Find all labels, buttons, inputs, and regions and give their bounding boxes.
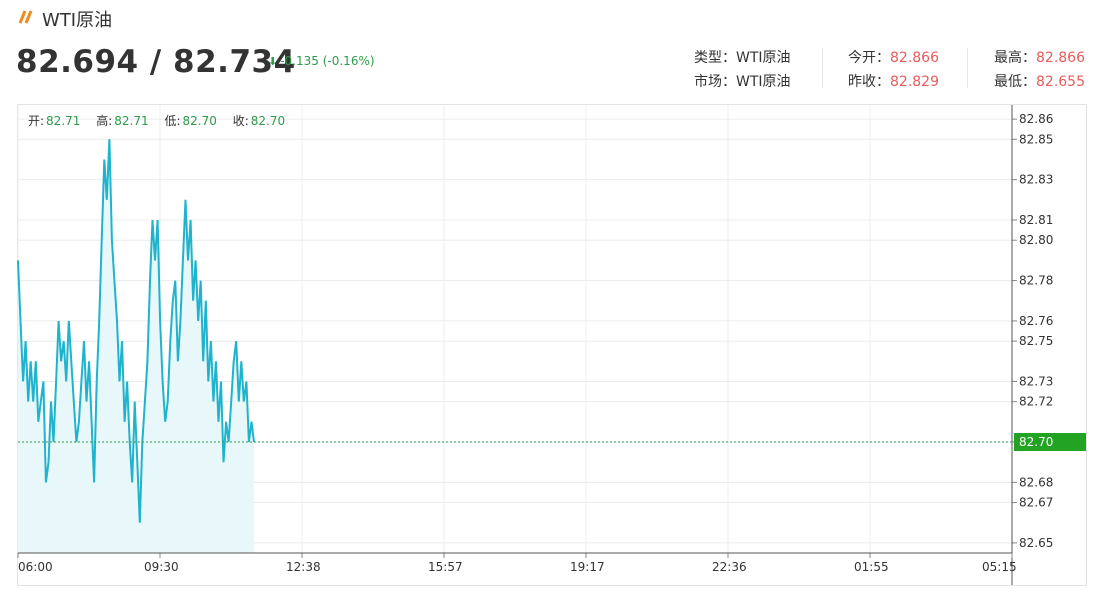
x-tick-label: 01:55	[854, 560, 889, 574]
y-tick-label: 82.68	[1019, 475, 1053, 489]
ohlc-low-value: 82.70	[182, 114, 217, 128]
y-tick-label: 82.78	[1019, 274, 1053, 288]
ohlc-close-value: 82.70	[250, 114, 286, 128]
ohlc-close-label: 收:	[232, 114, 249, 128]
y-tick-label: 82.67	[1019, 496, 1053, 510]
y-tick-label: 82.81	[1019, 213, 1053, 227]
ohlc-low-label: 低:	[164, 114, 181, 128]
current-price-label: 82.70	[1019, 435, 1053, 449]
x-tick-label: 19:17	[570, 560, 605, 574]
price-chart[interactable]: 82.86 82.85 82.83 82.81 82.80 82.78 82.76 82.75…	[0, 0, 1104, 595]
price-area	[18, 139, 254, 554]
x-tick-label: 05:15	[982, 560, 1017, 574]
x-tick-label: 15:57	[428, 560, 463, 574]
y-tick-label: 82.83	[1019, 173, 1053, 187]
x-tick-label: 12:38	[286, 560, 321, 574]
ohlc-readout: 开: 82.71 高: 82.71 低: 82.70 收: 82.70	[28, 112, 297, 129]
ohlc-high-value: 82.71	[114, 114, 149, 128]
y-tick-label: 82.75	[1019, 334, 1053, 348]
y-tick-label: 82.72	[1019, 395, 1053, 409]
x-tick-label: 22:36	[712, 560, 747, 574]
y-tick-label: 82.65	[1019, 536, 1053, 550]
y-tick-label: 82.80	[1019, 233, 1053, 247]
y-tick-label: 82.86	[1019, 112, 1053, 126]
x-axis: 06:00 09:30 12:38 15:57 19:17 22:36 01:55 05:15	[17, 552, 1017, 574]
ohlc-high-label: 高:	[96, 114, 113, 128]
ohlc-open-label: 开:	[28, 114, 45, 128]
y-tick-label: 82.76	[1019, 314, 1053, 328]
x-tick-label: 09:30	[144, 560, 179, 574]
ohlc-open-value: 82.71	[46, 114, 81, 128]
y-tick-label: 82.73	[1019, 374, 1053, 388]
x-tick-label: 06:00	[18, 560, 53, 574]
y-axis: 82.86 82.85 82.83 82.81 82.80 82.78 82.76 82.75…	[1011, 105, 1053, 585]
y-tick-label: 82.85	[1019, 132, 1053, 146]
